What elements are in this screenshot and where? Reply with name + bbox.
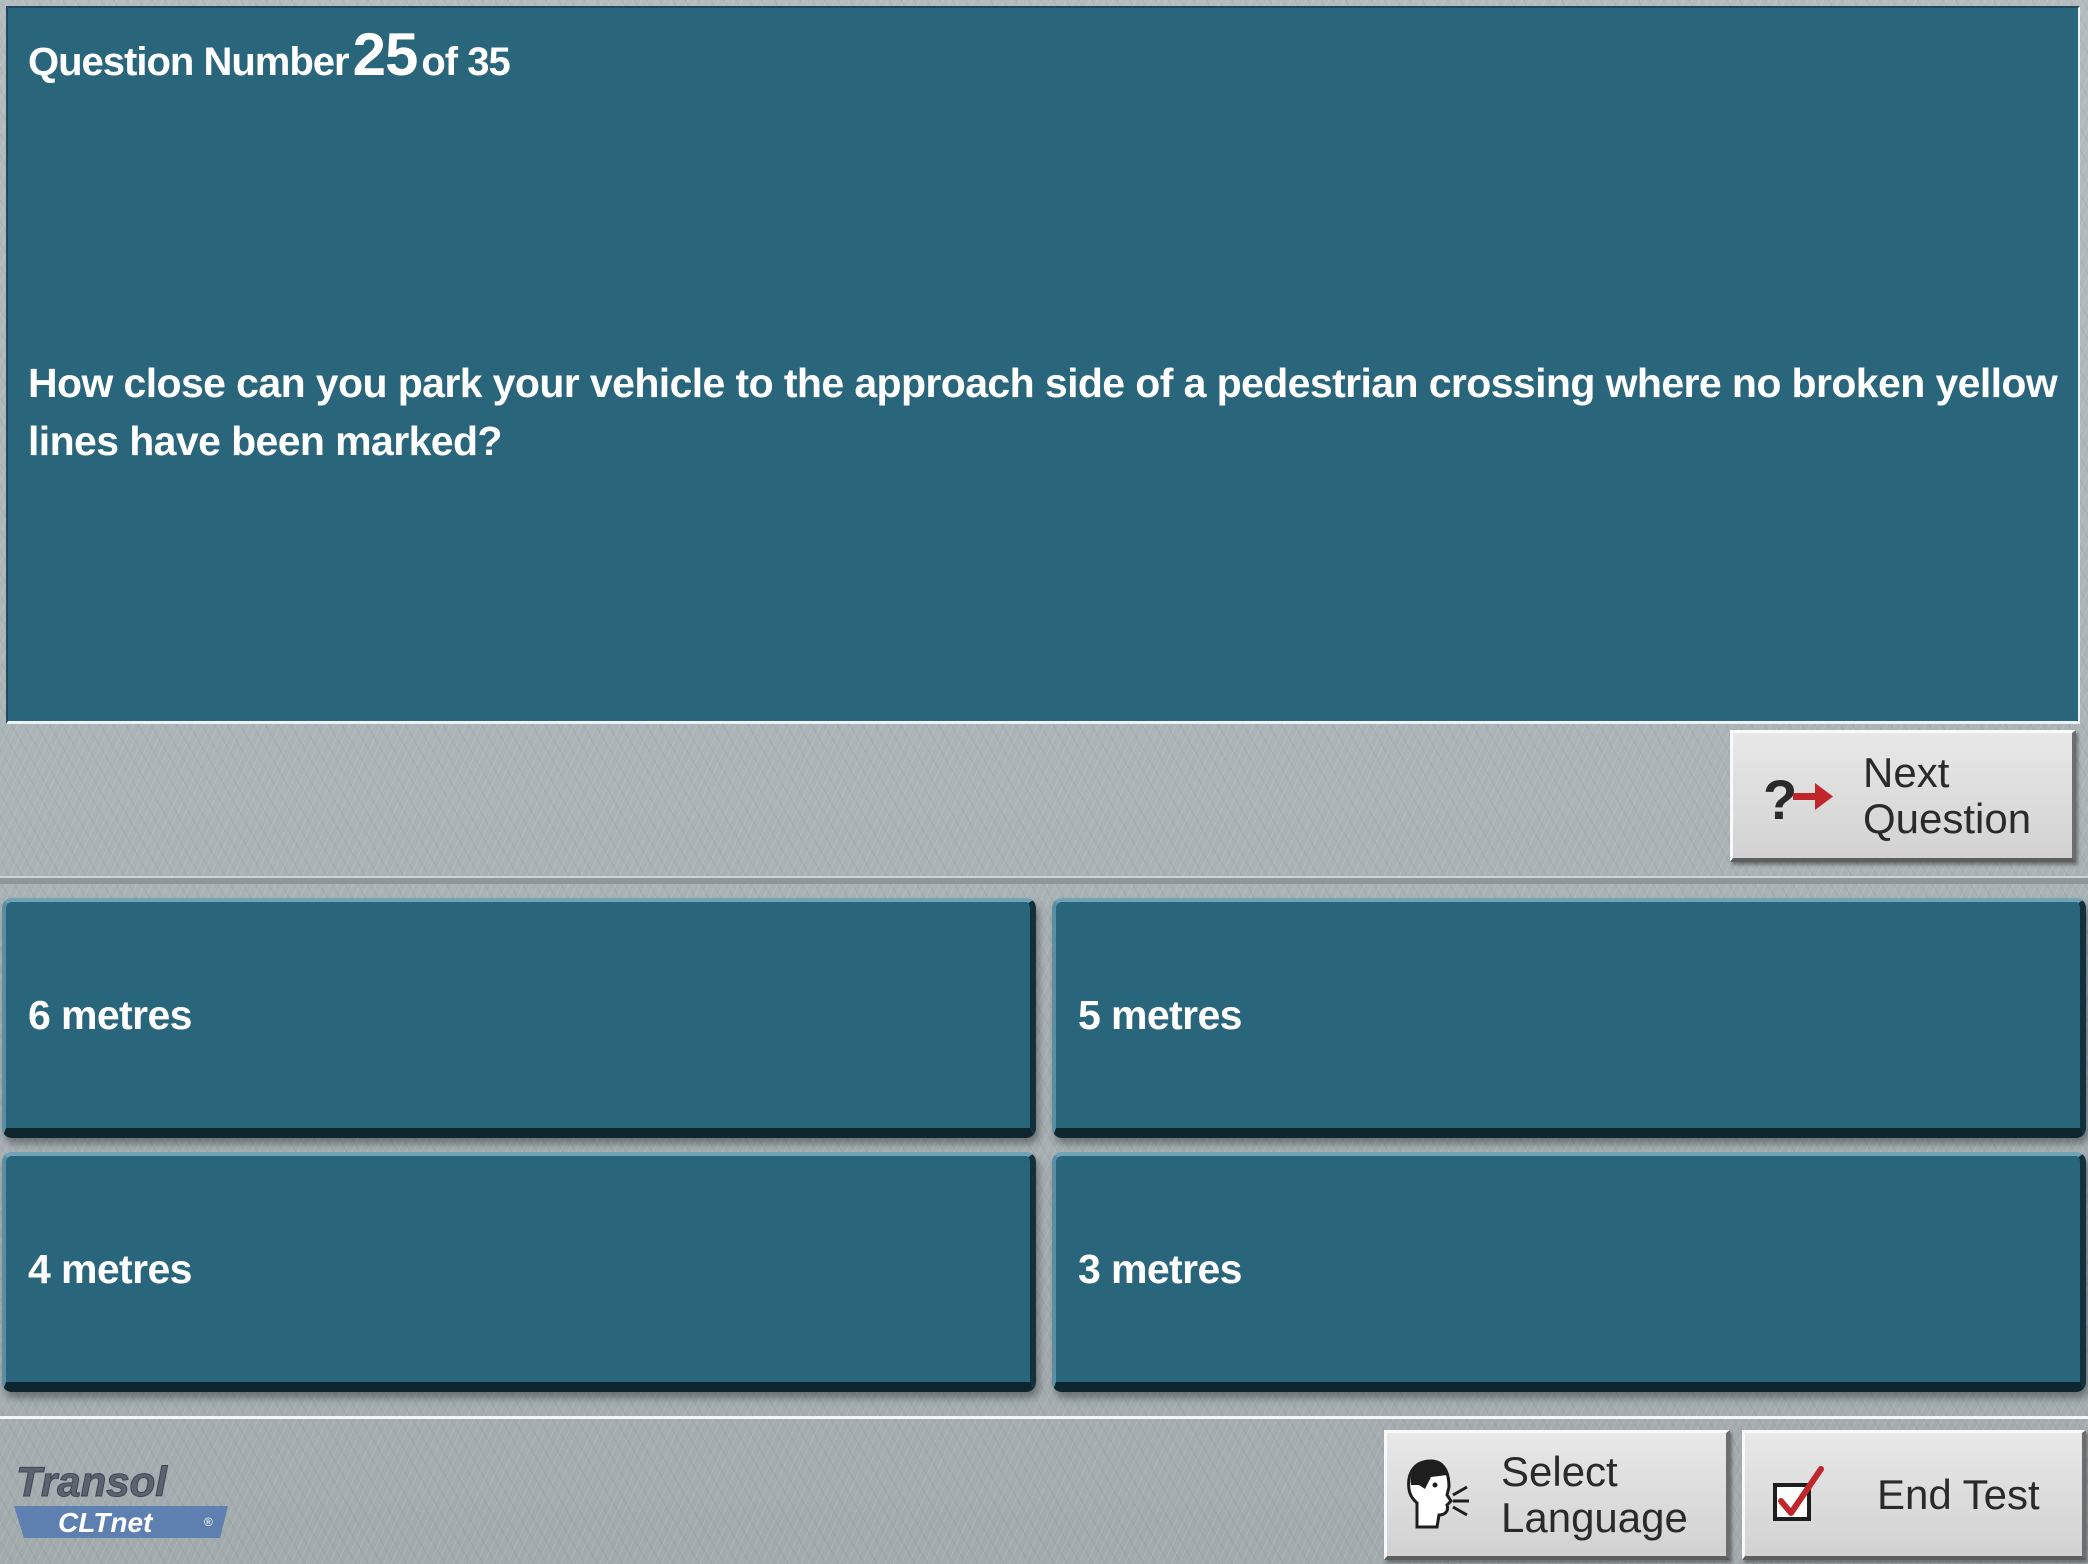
answer-option-d[interactable]: 3 metres <box>1052 1152 2086 1392</box>
question-counter-total: of 35 <box>421 40 510 84</box>
checkbox-check-icon <box>1773 1465 1824 1521</box>
question-text: How close can you park your vehicle to t… <box>28 360 2058 464</box>
select-language-label: Select Language <box>1501 1447 1688 1541</box>
answer-label: 5 metres <box>1078 991 1242 1038</box>
end-test-label: End Test <box>1877 1470 2040 1518</box>
svg-text:®: ® <box>204 1515 213 1529</box>
answer-label: 3 metres <box>1078 1245 1242 1292</box>
answer-option-b[interactable]: 5 metres <box>1052 898 2086 1138</box>
next-question-button[interactable]: ? Next Question <box>1730 730 2076 862</box>
svg-text:?: ? <box>1763 768 1797 831</box>
question-arrow-icon: ? <box>1763 768 1833 831</box>
speaking-head-icon <box>1407 1458 1469 1528</box>
transol-cltnet-logo: Transol CLTnet ® <box>14 1458 228 1538</box>
answer-label: 6 metres <box>28 991 192 1038</box>
answer-option-c[interactable]: 4 metres <box>2 1152 1036 1392</box>
question-counter-prefix: Question Number <box>28 40 350 84</box>
answer-label: 4 metres <box>28 1245 192 1292</box>
footer-divider <box>0 1416 2088 1419</box>
select-language-button[interactable]: Select Language <box>1384 1430 1730 1560</box>
question-counter: Question Number25 of 35 <box>28 20 511 89</box>
next-question-label: Next Question <box>1863 748 2032 842</box>
question-number: 25 <box>352 21 419 88</box>
end-test-button[interactable]: End Test <box>1742 1430 2086 1560</box>
question-panel: Question Number25 of 35 How close can you… <box>6 6 2080 724</box>
answer-option-a[interactable]: 6 metres <box>2 898 1036 1138</box>
svg-text:Transol: Transol <box>16 1458 168 1505</box>
divider <box>0 876 2088 884</box>
svg-text:CLTnet: CLTnet <box>58 1507 154 1538</box>
